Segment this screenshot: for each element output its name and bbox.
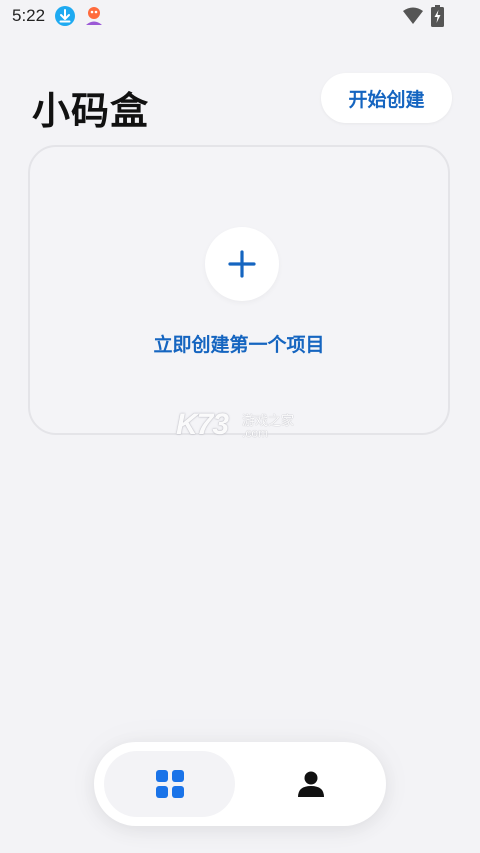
battery-charging-icon [431, 5, 444, 31]
start-create-button[interactable]: 开始创建 [321, 73, 452, 123]
person-icon [297, 771, 324, 797]
create-project-card[interactable]: 立即创建第一个项目 [28, 145, 450, 435]
download-icon [54, 5, 76, 31]
tab-profile[interactable] [245, 751, 376, 817]
page-title: 小码盒 [32, 89, 150, 133]
watermark: K73 游戏之家 .com [176, 408, 306, 442]
tab-home[interactable] [104, 751, 235, 817]
bottom-nav [94, 742, 386, 826]
grid-icon [155, 770, 184, 798]
create-first-project-label: 立即创建第一个项目 [153, 334, 325, 356]
add-project-button[interactable] [205, 227, 279, 301]
status-bar: 5:22 [0, 0, 480, 34]
plus-icon [228, 250, 256, 278]
watermark-domain: .com [242, 426, 269, 440]
watermark-brand: K73 [176, 408, 229, 441]
app-notification-icon [83, 5, 105, 31]
status-time: 5:22 [12, 6, 46, 25]
wifi-icon [403, 7, 423, 29]
